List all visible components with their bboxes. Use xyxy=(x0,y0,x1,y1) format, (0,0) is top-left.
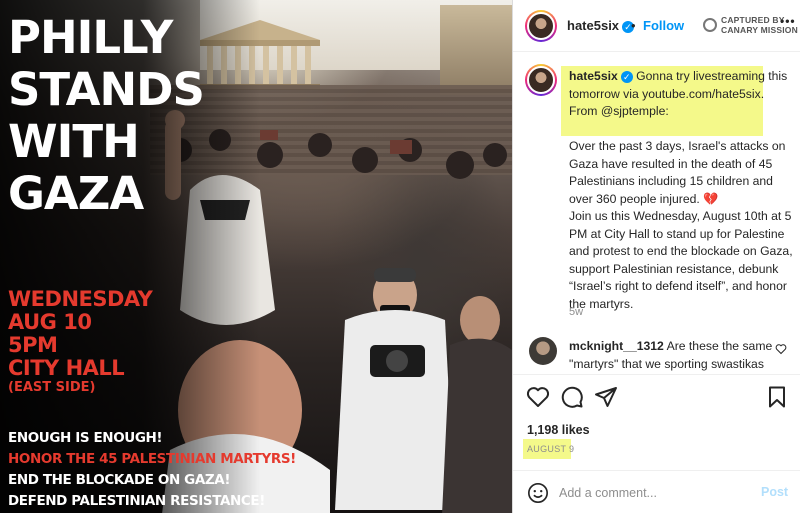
caption-text: hate5six ✓ Gonna try livestreaming this t… xyxy=(569,68,793,313)
avatar[interactable] xyxy=(525,64,557,96)
post-image[interactable]: PHILLY STANDS WITH GAZA WEDNESDAY AUG 10… xyxy=(0,0,512,513)
event-date: AUG 10 xyxy=(8,310,92,334)
commenter-avatar[interactable] xyxy=(529,337,557,365)
museum-wing xyxy=(440,5,512,95)
avatar[interactable] xyxy=(525,10,557,42)
like-icon[interactable] xyxy=(526,385,550,409)
save-icon[interactable] xyxy=(765,385,789,409)
slogan: DEFEND PALESTINIAN RESISTANCE! xyxy=(8,493,266,509)
broken-heart-icon: 💔 xyxy=(703,191,719,206)
slogan: END THE BLOCKADE ON GAZA! xyxy=(8,472,231,488)
event-place-note: (EAST SIDE) xyxy=(8,380,96,395)
post-date: AUGUST 9 xyxy=(527,444,575,454)
comment-input[interactable] xyxy=(559,483,749,503)
follow-button[interactable]: Follow xyxy=(643,18,684,33)
poster-slogans: ENOUGH IS ENOUGH! HONOR THE 45 PALESTINI… xyxy=(8,428,308,512)
slogan: HONOR THE 45 PALESTINIAN MARTYRS! xyxy=(8,451,296,467)
emoji-icon[interactable] xyxy=(527,482,549,504)
comment-text: mcknight__1312 Are these the same "marty… xyxy=(569,338,774,374)
post-header: hate5six ✓ • Follow CAPTURED BY CANARY MI… xyxy=(513,0,800,52)
more-options-icon[interactable]: ••• xyxy=(780,14,796,28)
likes-count[interactable]: 1,198 likes xyxy=(527,423,590,437)
separator-dot: • xyxy=(631,18,636,33)
comment-icon[interactable] xyxy=(560,385,584,409)
post-comment-button[interactable]: Post xyxy=(761,485,788,499)
canary-logo-icon xyxy=(703,18,717,32)
comment-like-icon[interactable] xyxy=(775,343,787,355)
add-comment-bar: Post xyxy=(513,470,800,513)
post-caption: hate5six ✓ Gonna try livestreaming this t… xyxy=(513,60,800,322)
share-icon[interactable] xyxy=(594,385,618,409)
poster-title-line: GAZA xyxy=(8,167,144,220)
poster-title-line: WITH xyxy=(8,115,140,168)
poster-title-line: STANDS xyxy=(8,63,205,116)
event-info: WEDNESDAY AUG 10 5PM CITY HALL (EAST SID… xyxy=(8,288,208,396)
caption-username[interactable]: hate5six xyxy=(569,69,618,83)
comment-row: mcknight__1312 Are these the same "marty… xyxy=(513,334,800,374)
event-time: 5PM xyxy=(8,333,58,357)
caption-paragraph: Over the past 3 days, Israel's attacks o… xyxy=(569,139,786,206)
poster-title: PHILLY STANDS WITH GAZA xyxy=(8,12,248,220)
verified-badge-icon: ✓ xyxy=(620,70,633,83)
post-panel: hate5six ✓ • Follow CAPTURED BY CANARY MI… xyxy=(512,0,800,513)
event-day: WEDNESDAY xyxy=(8,287,153,311)
slogan: ENOUGH IS ENOUGH! xyxy=(8,430,163,446)
caption-paragraph: Join us this Wednesday, August 10th at 5… xyxy=(569,209,793,311)
caption-age: 5w xyxy=(569,306,584,318)
poster-title-line: PHILLY xyxy=(8,11,173,64)
header-username[interactable]: hate5six ✓ xyxy=(567,18,635,33)
comment-username[interactable]: mcknight__1312 xyxy=(569,339,664,353)
event-place: CITY HALL xyxy=(8,356,125,380)
